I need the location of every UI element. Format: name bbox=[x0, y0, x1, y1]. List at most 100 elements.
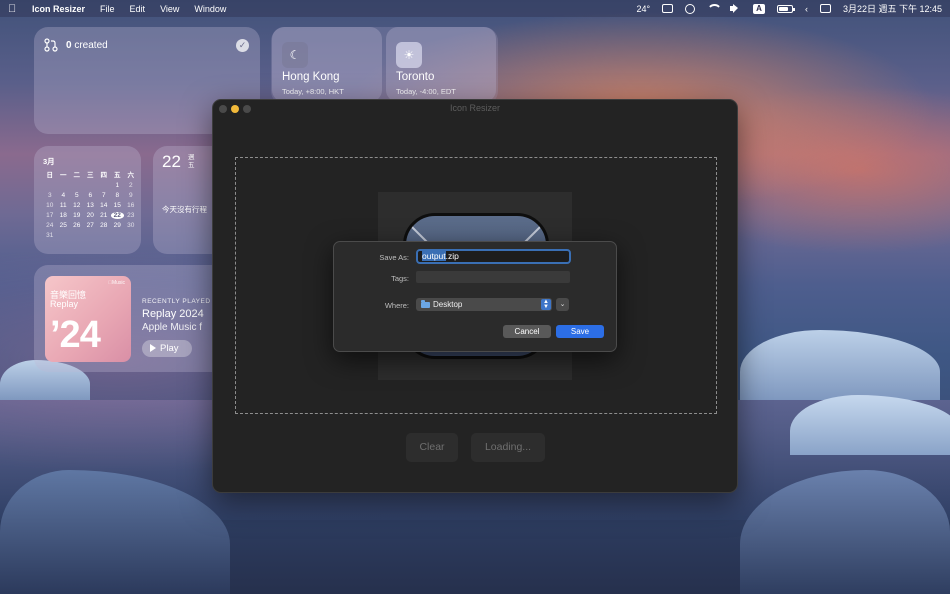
calendar-day[interactable]: 1 bbox=[111, 182, 125, 189]
music-brand: Music bbox=[108, 280, 125, 286]
calendar-day bbox=[97, 182, 111, 189]
battery-icon[interactable] bbox=[776, 4, 795, 13]
where-select[interactable]: Desktop ▲ ▼ bbox=[416, 298, 552, 311]
checkmark-icon: ✓ bbox=[236, 39, 249, 52]
tags-input[interactable] bbox=[416, 271, 570, 283]
calendar-day[interactable]: 10 bbox=[43, 202, 57, 209]
calendar-day bbox=[124, 232, 138, 239]
calendar-day[interactable]: 30 bbox=[124, 222, 138, 229]
calendar-day[interactable]: 17 bbox=[43, 212, 57, 219]
weekday-header: 三 bbox=[87, 172, 94, 179]
calendar-day[interactable]: 22 bbox=[110, 212, 124, 219]
calendar-day[interactable]: 19 bbox=[70, 212, 84, 219]
calendar-widget[interactable]: 3月 日 一 二 三 四 五 六 1 2 3 4 5 6 7 8 9 10 11 12 13 14 15 16… bbox=[34, 146, 141, 254]
weekday-header: 五 bbox=[114, 172, 121, 179]
calendar-grid: 日 一 二 三 四 五 六 1 2 3 4 5 6 7 8 9 10 11 12 13 14 15 16 17 1… bbox=[43, 169, 141, 239]
calendar-day[interactable]: 28 bbox=[97, 222, 111, 229]
window-titlebar[interactable]: Icon Resizer bbox=[213, 100, 737, 117]
calendar-day[interactable]: 12 bbox=[70, 202, 84, 209]
calendar-day[interactable]: 14 bbox=[97, 202, 111, 209]
music-title: Replay 2024 bbox=[142, 308, 204, 320]
apple-menu-icon[interactable]:  bbox=[8, 3, 18, 15]
menu-view[interactable]: View bbox=[160, 4, 179, 14]
calendar-day[interactable]: 25 bbox=[57, 222, 71, 229]
loading-button[interactable]: Loading... bbox=[471, 433, 545, 462]
created-count: 0 bbox=[66, 40, 72, 51]
calendar-day bbox=[111, 232, 125, 239]
calendar-day[interactable]: 8 bbox=[111, 192, 125, 199]
calendar-day[interactable]: 20 bbox=[84, 212, 98, 219]
clock-detail: Today, -4:00, EDT bbox=[396, 87, 456, 96]
play-icon bbox=[150, 344, 156, 352]
clock-hong-kong[interactable]: ☾ Hong Kong Today, +8:00, HKT bbox=[272, 27, 382, 102]
input-source-icon[interactable]: A bbox=[753, 3, 765, 14]
volume-icon[interactable] bbox=[730, 4, 741, 13]
menu-app-name[interactable]: Icon Resizer bbox=[32, 4, 85, 14]
calendar-day[interactable]: 29 bbox=[111, 222, 125, 229]
calendar-day[interactable]: 4 bbox=[57, 192, 71, 199]
chevron-down-icon: ⌄ bbox=[559, 301, 566, 308]
calendar-day[interactable]: 16 bbox=[124, 202, 138, 209]
menu-window[interactable]: Window bbox=[194, 4, 226, 14]
calendar-day[interactable]: 27 bbox=[84, 222, 98, 229]
calendar-day bbox=[84, 182, 98, 189]
calendar-day[interactable]: 15 bbox=[111, 202, 125, 209]
album-art-line2: Replay bbox=[50, 299, 79, 309]
filename-extension: .zip bbox=[445, 251, 459, 261]
siri-icon[interactable] bbox=[685, 3, 696, 14]
wallpaper-iceberg bbox=[740, 330, 940, 400]
weekday-header: 日 bbox=[46, 172, 54, 179]
filename-selected: output bbox=[422, 251, 446, 261]
wifi-icon[interactable] bbox=[707, 4, 723, 13]
weekday-header: 二 bbox=[73, 172, 81, 179]
calendar-day[interactable]: 11 bbox=[57, 202, 71, 209]
calendar-day bbox=[70, 232, 84, 239]
git-pull-request-icon bbox=[44, 38, 58, 52]
calendar-day[interactable]: 5 bbox=[70, 192, 84, 199]
clock-city: Toronto bbox=[396, 71, 435, 83]
calendar-day[interactable]: 21 bbox=[97, 212, 111, 219]
calendar-day bbox=[84, 232, 98, 239]
calendar-day[interactable]: 24 bbox=[43, 222, 57, 229]
menu-clock[interactable]: 3月22日 週五 下午 12:45 bbox=[843, 2, 942, 15]
where-label: Where: bbox=[384, 301, 409, 310]
clear-button[interactable]: Clear bbox=[406, 433, 458, 462]
album-art-year: ’24 bbox=[50, 314, 101, 356]
clock-city: Hong Kong bbox=[282, 71, 340, 83]
updown-chevron-icon: ▲ ▼ bbox=[541, 299, 551, 310]
moon-icon: ☾ bbox=[282, 42, 308, 68]
calendar-day[interactable]: 26 bbox=[70, 222, 84, 229]
weather-temperature[interactable]: 24° bbox=[637, 4, 651, 14]
calendar-day[interactable]: 18 bbox=[57, 212, 71, 219]
weekday-header: 六 bbox=[127, 172, 135, 179]
calendar-day[interactable]: 7 bbox=[97, 192, 111, 199]
created-label: 0 created bbox=[66, 40, 108, 51]
calendar-day[interactable]: 9 bbox=[124, 192, 138, 199]
chevron-left-icon[interactable]: ‹ bbox=[805, 4, 808, 14]
save-as-input[interactable]: output.zip bbox=[416, 249, 571, 264]
menu-edit[interactable]: Edit bbox=[130, 4, 146, 14]
save-button[interactable]: Save bbox=[556, 325, 604, 338]
calendar-day[interactable]: 31 bbox=[43, 232, 57, 239]
weekday-header: 一 bbox=[60, 172, 67, 179]
day-number: 22 bbox=[162, 152, 181, 171]
control-center-icon[interactable] bbox=[819, 4, 831, 13]
menu-file[interactable]: File bbox=[100, 4, 115, 14]
calendar-day[interactable]: 3 bbox=[43, 192, 57, 199]
calendar-day[interactable]: 6 bbox=[84, 192, 98, 199]
play-label: Play bbox=[160, 343, 179, 354]
created-text: created bbox=[74, 40, 108, 51]
album-art[interactable]: Music 音樂回憶 Replay ’24 bbox=[45, 276, 131, 362]
recently-played-label: RECENTLY PLAYED bbox=[142, 298, 211, 305]
window-title: Icon Resizer bbox=[449, 103, 501, 113]
clock-toronto[interactable]: ☀ Toronto Today, -4:00, EDT bbox=[386, 27, 496, 102]
expand-dialog-button[interactable]: ⌄ bbox=[556, 298, 569, 311]
calendar-day[interactable]: 23 bbox=[124, 212, 138, 219]
calendar-day[interactable]: 2 bbox=[124, 182, 138, 189]
music-artist: Apple Music f bbox=[142, 322, 203, 333]
cancel-button[interactable]: Cancel bbox=[503, 325, 551, 338]
screen-mirroring-icon[interactable] bbox=[662, 4, 674, 13]
play-button[interactable]: Play bbox=[142, 340, 192, 357]
save-dialog: Save As: output.zip Tags: Where: Desktop… bbox=[333, 241, 617, 352]
calendar-day[interactable]: 13 bbox=[84, 202, 98, 209]
